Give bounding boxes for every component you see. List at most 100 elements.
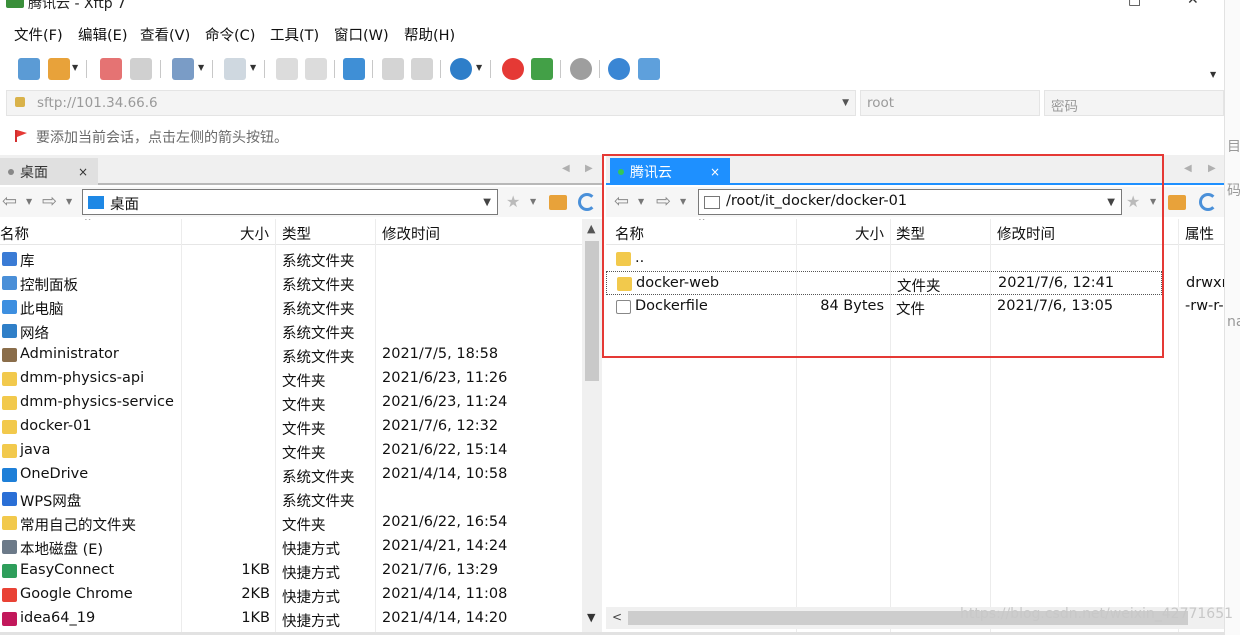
address-dropdown-icon[interactable]: ▼ [842,98,849,108]
left_pane-row[interactable]: java 文件夹 2021/6/22, 15:14 [0,439,603,463]
menu-view[interactable]: 查看(V) [140,24,190,45]
forward-dropdown-icon[interactable]: ▼ [66,197,72,206]
remote-path-box[interactable]: /root/it_docker/docker-01 ▼ [698,189,1122,215]
left_pane-row[interactable]: OneDrive 系统文件夹 2021/4/14, 10:58 [0,463,603,487]
col-size[interactable]: 大小 [240,223,269,244]
col-name[interactable]: 名称 [0,223,29,244]
col-size[interactable]: 大小 [855,223,884,244]
link-icon[interactable] [130,58,152,80]
col-type[interactable]: 类型 [896,223,925,244]
menu-window[interactable]: 窗口(W) [334,24,389,45]
back-dropdown-icon[interactable]: ▼ [26,197,32,206]
copy-icon[interactable] [382,58,404,80]
scroll-left-icon[interactable]: < [612,610,622,624]
tab-next-icon[interactable]: ▶ [1208,163,1216,174]
left_pane-row[interactable]: dmm-physics-api 文件夹 2021/6/23, 11:26 [0,367,603,391]
menu-tools[interactable]: 工具(T) [270,24,319,45]
path-dropdown-icon[interactable]: ▼ [1107,197,1115,208]
left_pane-row[interactable]: 此电脑 系统文件夹 [0,295,603,319]
back-dropdown-icon[interactable]: ▼ [638,197,644,206]
forward-icon[interactable]: ⇨ [42,191,57,212]
forward-icon[interactable]: ⇨ [656,191,671,212]
cell-type: 文件夹 [282,422,326,438]
right_pane-row[interactable]: .. [606,247,1224,271]
tab-tencent-cloud[interactable]: 腾讯云 × [610,158,730,185]
home-icon[interactable] [1168,195,1186,210]
menu-help[interactable]: 帮助(H) [404,24,455,45]
xshell-icon[interactable] [502,58,524,80]
bookmark-dropdown-icon[interactable]: ▼ [530,197,536,206]
toolbar-overflow-icon[interactable]: ▼ [1210,70,1216,79]
disconnect-icon[interactable] [100,58,122,80]
refresh-icon[interactable] [1199,193,1217,211]
open-folder-icon[interactable] [48,58,70,80]
download-icon[interactable] [305,58,327,80]
left_pane-row[interactable]: Administrator 系统文件夹 2021/7/5, 18:58 [0,343,603,367]
new-session-icon[interactable] [18,58,40,80]
transfer-icon[interactable] [343,58,365,80]
col-modified[interactable]: 修改时间 [382,223,440,244]
maximize-button[interactable]: □ [1128,0,1141,8]
path-dropdown-icon[interactable]: ▼ [483,197,491,208]
help-icon[interactable] [608,58,630,80]
tab-prev-icon[interactable]: ◀ [562,163,570,174]
chat-icon[interactable] [638,58,660,80]
properties-icon[interactable] [172,58,194,80]
right_pane-row[interactable]: Dockerfile 84 Bytes 文件 2021/7/6, 13:05 -rw-r… [606,295,1224,319]
tab-desktop[interactable]: 桌面 × [0,158,98,185]
left_pane-row[interactable]: WPS网盘 系统文件夹 [0,487,603,511]
menu-command[interactable]: 命令(C) [205,24,255,45]
address-bar[interactable]: sftp://101.34.66.6 ▼ [6,90,856,116]
scroll-down-icon[interactable]: ▼ [587,611,595,624]
bookmark-icon[interactable]: ★ [1126,192,1140,211]
bookmark-icon[interactable]: ★ [506,192,520,211]
left_pane-row[interactable]: EasyConnect 1KB 快捷方式 2021/7/6, 13:29 [0,559,603,583]
password-field[interactable]: 密码 [1044,90,1224,116]
paste-icon[interactable] [411,58,433,80]
username-field[interactable]: root [860,90,1040,116]
bookmark-dropdown-icon[interactable]: ▼ [1150,197,1156,206]
upload-icon[interactable] [276,58,298,80]
left_pane-row[interactable]: 控制面板 系统文件夹 [0,271,603,295]
tab-close-icon[interactable]: × [78,165,88,179]
terminal-dropdown-icon[interactable]: ▼ [250,63,256,72]
left_pane-row[interactable]: Google Chrome 2KB 快捷方式 2021/4/14, 11:08 [0,583,603,607]
col-modified[interactable]: 修改时间 [997,223,1055,244]
local-vertical-scrollbar[interactable]: ▲ ▼ [582,219,602,635]
scroll-up-icon[interactable]: ▲ [587,222,595,235]
col-type[interactable]: 类型 [282,223,311,244]
back-icon[interactable]: ⇦ [2,191,17,212]
home-icon[interactable] [549,195,567,210]
remote-path[interactable]: /root/it_docker/docker-01 [726,193,907,209]
local-path-box[interactable]: 桌面 ▼ [82,189,498,215]
tab-next-icon[interactable]: ▶ [585,163,593,174]
open-folder-dropdown-icon[interactable]: ▼ [72,63,78,72]
close-window-button[interactable]: ✕ [1187,0,1199,8]
forward-dropdown-icon[interactable]: ▼ [680,197,686,206]
left_pane-row[interactable]: 常用自己的文件夹 文件夹 2021/6/22, 16:54 [0,511,603,535]
terminal-icon[interactable] [224,58,246,80]
left_pane-row[interactable]: docker-01 文件夹 2021/7/6, 12:32 [0,415,603,439]
properties-dropdown-icon[interactable]: ▼ [198,63,204,72]
refresh-icon[interactable] [578,193,596,211]
left_pane-row[interactable]: 库 系统文件夹 [0,247,603,271]
settings-icon[interactable] [570,58,592,80]
menu-edit[interactable]: 编辑(E) [78,24,127,45]
xftp-icon[interactable] [531,58,553,80]
right_pane-row[interactable]: docker-web 文件夹 2021/7/6, 12:41 drwxr [606,271,1224,295]
address-input[interactable]: sftp://101.34.66.6 [37,95,158,111]
col-attributes[interactable]: 属性 [1185,223,1214,244]
left_pane-row[interactable]: 网络 系统文件夹 [0,319,603,343]
left_pane-row[interactable]: 本地磁盘 (E) 快捷方式 2021/4/21, 14:24 [0,535,603,559]
tab-close-icon[interactable]: × [710,165,720,179]
globe-dropdown-icon[interactable]: ▼ [476,63,482,72]
local-path[interactable]: 桌面 [110,193,139,214]
col-name[interactable]: 名称 [615,223,644,244]
left_pane-row[interactable]: dmm-physics-service 文件夹 2021/6/23, 11:24 [0,391,603,415]
tab-prev-icon[interactable]: ◀ [1184,163,1192,174]
globe-icon[interactable] [450,58,472,80]
back-icon[interactable]: ⇦ [614,191,629,212]
menu-file[interactable]: 文件(F) [14,24,63,45]
left_pane-row[interactable]: idea64_19 1KB 快捷方式 2021/4/14, 14:20 [0,607,603,631]
scroll-thumb[interactable] [585,241,599,381]
